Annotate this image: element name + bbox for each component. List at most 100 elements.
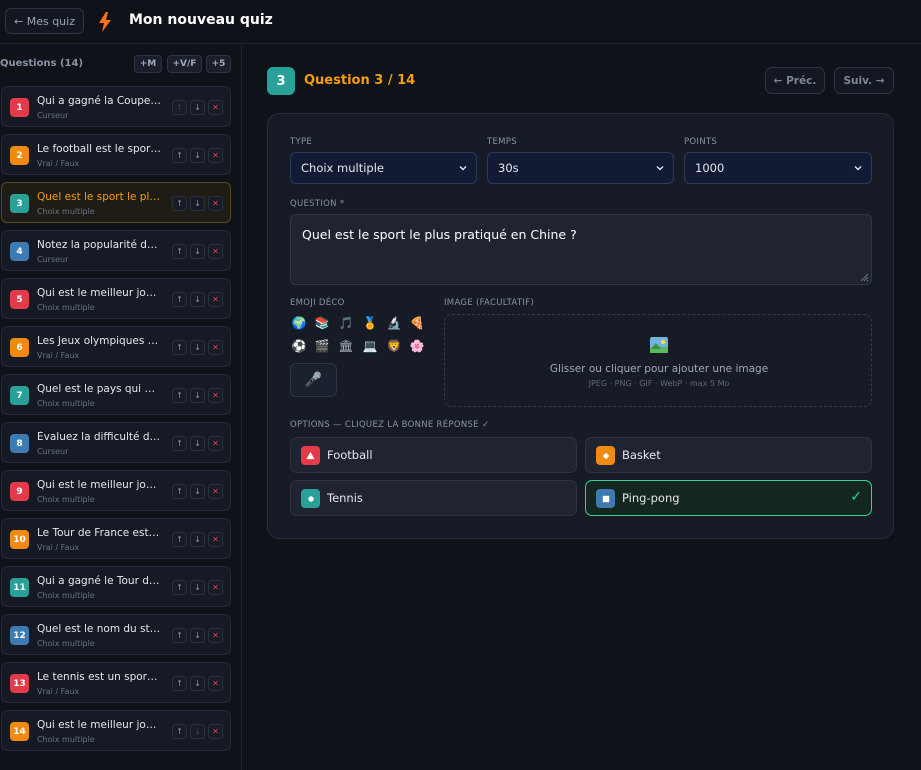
move-up-icon[interactable]: ↑ [172, 100, 187, 115]
square-icon [596, 489, 615, 508]
question-list-item[interactable]: 6 Les Jeux olympiques ont lieu... Vrai / F… [1, 326, 231, 367]
move-down-icon[interactable]: ↓ [190, 628, 205, 643]
emoji-medal[interactable]: 🏅 [361, 314, 379, 332]
selected-emoji-button[interactable]: 🎤 [290, 363, 337, 397]
move-up-icon[interactable]: ↑ [172, 388, 187, 403]
top-bar: ← Mes quiz Mon nouveau quiz [0, 0, 921, 44]
move-down-icon[interactable]: ↓ [190, 580, 205, 595]
question-list-item[interactable]: 3 Quel est le sport le plus pratiqué... Ch… [1, 182, 231, 223]
question-text: Qui est le meilleur joueur... [37, 287, 161, 299]
move-down-icon[interactable]: ↓ [190, 388, 205, 403]
image-dropzone[interactable]: Glisser ou cliquer pour ajouter une imag… [444, 314, 872, 407]
question-type: Choix multiple [37, 591, 95, 600]
question-type: Choix multiple [37, 639, 95, 648]
emoji-flower[interactable]: 🌸 [408, 337, 426, 355]
emoji-soccer[interactable]: ⚽ [290, 337, 308, 355]
time-label: TEMPS [487, 137, 517, 147]
delete-icon[interactable]: ✕ [208, 340, 223, 355]
options-label: OPTIONS — CLIQUEZ LA BONNE RÉPONSE ✓ [290, 420, 490, 430]
option-label: Basket [622, 448, 661, 462]
move-down-icon[interactable]: ↓ [190, 244, 205, 259]
emoji-clapper[interactable]: 🎬 [313, 337, 331, 355]
delete-icon[interactable]: ✕ [208, 388, 223, 403]
emoji-globe[interactable]: 🌍 [290, 314, 308, 332]
delete-icon[interactable]: ✕ [208, 724, 223, 739]
move-up-icon[interactable]: ↑ [172, 148, 187, 163]
add-multiple-choice-button[interactable]: +M [134, 55, 162, 73]
previous-question-button[interactable]: ← Préc. [765, 67, 825, 94]
question-list-item[interactable]: 11 Qui a gagné le Tour de France... Choix … [1, 566, 231, 607]
move-down-icon[interactable]: ↓ [190, 484, 205, 499]
move-up-icon[interactable]: ↑ [172, 436, 187, 451]
delete-icon[interactable]: ✕ [208, 244, 223, 259]
delete-icon[interactable]: ✕ [208, 484, 223, 499]
move-up-icon[interactable]: ↑ [172, 340, 187, 355]
move-down-icon[interactable]: ↓ [190, 196, 205, 211]
move-up-icon[interactable]: ↑ [172, 196, 187, 211]
question-list-item[interactable]: 8 Évaluez la difficulté du marathon... Cur… [1, 422, 231, 463]
option-basket[interactable]: Basket [585, 437, 872, 473]
resize-handle-icon[interactable] [859, 272, 869, 282]
question-editor-card: TYPE TEMPS POINTS Choix multiple 30s 100… [267, 113, 894, 539]
question-list-item[interactable]: 10 Le Tour de France est la course... Vrai… [1, 518, 231, 559]
delete-icon[interactable]: ✕ [208, 196, 223, 211]
move-up-icon[interactable]: ↑ [172, 580, 187, 595]
next-question-button[interactable]: Suiv. → [834, 67, 894, 94]
move-down-icon[interactable]: ↓ [190, 148, 205, 163]
question-list-item[interactable]: 7 Quel est le pays qui a remporté... Choix… [1, 374, 231, 415]
option-football[interactable]: Football [290, 437, 577, 473]
emoji-music[interactable]: 🎵 [337, 314, 355, 332]
option-ping-pong[interactable]: Ping-pong ✓ [585, 480, 872, 516]
image-label: IMAGE (FACULTATIF) [444, 298, 534, 308]
move-up-icon[interactable]: ↑ [172, 628, 187, 643]
type-select[interactable]: Choix multiple [290, 152, 477, 184]
move-down-icon[interactable]: ↓ [190, 724, 205, 739]
points-select[interactable]: 1000 [684, 152, 872, 184]
question-list-item[interactable]: 4 Notez la popularité du rugby... Curseur ↑… [1, 230, 231, 271]
delete-icon[interactable]: ✕ [208, 532, 223, 547]
question-textarea[interactable]: Quel est le sport le plus pratiqué en Ch… [290, 214, 872, 285]
move-down-icon[interactable]: ↓ [190, 292, 205, 307]
move-down-icon[interactable]: ↓ [190, 100, 205, 115]
delete-icon[interactable]: ✕ [208, 436, 223, 451]
question-list-item[interactable]: 13 Le tennis est un sport d'origine... Vra… [1, 662, 231, 703]
question-list-item[interactable]: 2 Le football est le sport le plus... Vrai… [1, 134, 231, 175]
question-list-item[interactable]: 1 Qui a gagné la Coupe du monde... Curseur… [1, 86, 231, 127]
back-to-quizzes-button[interactable]: ← Mes quiz [5, 8, 84, 34]
delete-icon[interactable]: ✕ [208, 580, 223, 595]
editor-header: 3 Question 3 / 14 ← Préc. Suiv. → [267, 67, 894, 95]
emoji-pizza[interactable]: 🍕 [408, 314, 426, 332]
emoji-microscope[interactable]: 🔬 [385, 314, 403, 332]
delete-icon[interactable]: ✕ [208, 100, 223, 115]
delete-icon[interactable]: ✕ [208, 628, 223, 643]
emoji-books[interactable]: 📚 [313, 314, 331, 332]
move-up-icon[interactable]: ↑ [172, 724, 187, 739]
quiz-title[interactable]: Mon nouveau quiz [129, 12, 273, 28]
move-up-icon[interactable]: ↑ [172, 244, 187, 259]
question-list-item[interactable]: 5 Qui est le meilleur joueur... Choix mult… [1, 278, 231, 319]
question-list-item[interactable]: 14 Qui est le meilleur joueur de... Choix … [1, 710, 231, 751]
option-tennis[interactable]: Tennis [290, 480, 577, 516]
question-list-item[interactable]: 12 Quel est le nom du stade... Choix multi… [1, 614, 231, 655]
move-down-icon[interactable]: ↓ [190, 436, 205, 451]
move-down-icon[interactable]: ↓ [190, 532, 205, 547]
emoji-laptop[interactable]: 💻 [361, 337, 379, 355]
time-select[interactable]: 30s [487, 152, 674, 184]
delete-icon[interactable]: ✕ [208, 292, 223, 307]
question-number: 8 [10, 434, 29, 453]
move-up-icon[interactable]: ↑ [172, 676, 187, 691]
question-list-item[interactable]: 9 Qui est le meilleur joueur de... Choix m… [1, 470, 231, 511]
emoji-lion[interactable]: 🦁 [385, 337, 403, 355]
move-up-icon[interactable]: ↑ [172, 484, 187, 499]
delete-icon[interactable]: ✕ [208, 148, 223, 163]
move-up-icon[interactable]: ↑ [172, 532, 187, 547]
add-five-button[interactable]: +5 [206, 55, 231, 73]
move-down-icon[interactable]: ↓ [190, 340, 205, 355]
move-down-icon[interactable]: ↓ [190, 676, 205, 691]
move-up-icon[interactable]: ↑ [172, 292, 187, 307]
add-true-false-button[interactable]: +V/F [167, 55, 202, 73]
correct-check-icon: ✓ [850, 489, 862, 505]
delete-icon[interactable]: ✕ [208, 676, 223, 691]
emoji-building[interactable]: 🏛 [337, 337, 355, 355]
question-number: 7 [10, 386, 29, 405]
